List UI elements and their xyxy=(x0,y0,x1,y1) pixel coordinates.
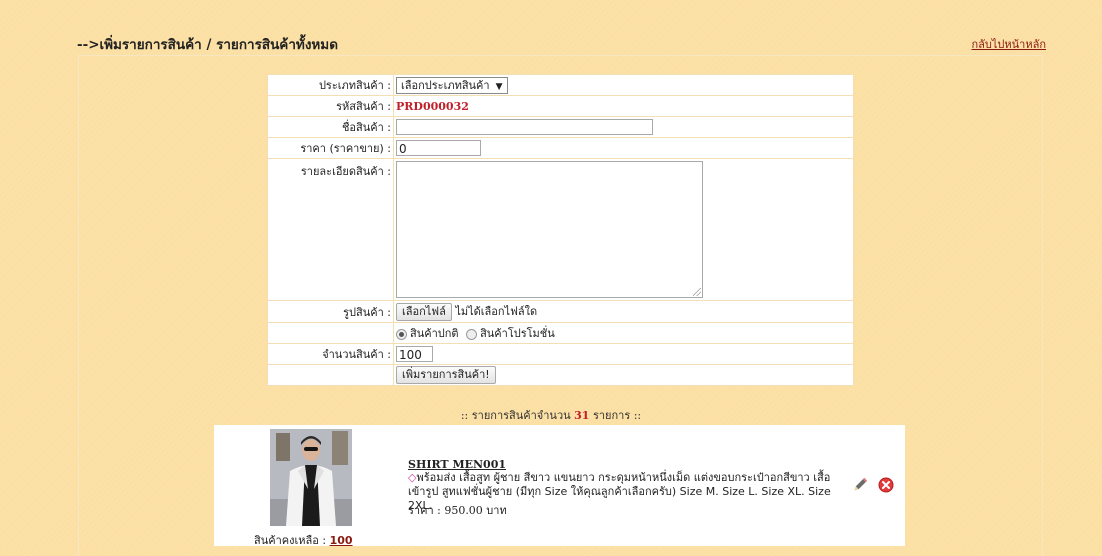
radio-normal[interactable] xyxy=(396,328,407,340)
edit-pencil-icon[interactable] xyxy=(852,477,868,496)
count-suffix: รายการ :: xyxy=(592,409,642,422)
quantity-input[interactable]: 100 xyxy=(396,346,433,362)
detail-row: รายละเอียดสินค้า : xyxy=(267,158,854,301)
name-row: ชื่อสินค้า : xyxy=(267,116,854,138)
product-count: 31 xyxy=(574,409,590,422)
delete-icon[interactable] xyxy=(878,477,894,496)
category-label: ประเภทสินค้า : xyxy=(267,74,394,96)
price-input[interactable]: 0 xyxy=(396,140,481,156)
image-row: รูปสินค้า : เลือกไฟล์ ไม่ได้เลือกไฟล์ใด xyxy=(267,300,854,323)
radio-promo-label: สินค้าโปรโมชั่น xyxy=(480,327,555,340)
product-price: ราคา : 950.00 บาท xyxy=(408,504,507,517)
detail-textarea[interactable] xyxy=(396,161,703,298)
qty-row: จำนวนสินค้า : 100 xyxy=(267,343,854,365)
detail-label: รายละเอียดสินค้า : xyxy=(267,158,394,301)
file-status: ไม่ได้เลือกไฟล์ใด xyxy=(455,305,538,318)
product-photo[interactable] xyxy=(270,429,352,526)
code-label: รหัสสินค้า : xyxy=(267,95,394,117)
add-product-form: ประเภทสินค้า : เลือกประเภทสินค้า ▼ รหัสสิ… xyxy=(267,74,854,386)
choose-file-button[interactable]: เลือกไฟล์ xyxy=(396,303,452,321)
stock-label: สินค้าคงเหลือ : xyxy=(254,534,327,547)
price-row: ราคา (ราคาขาย) : 0 xyxy=(267,137,854,159)
image-label: รูปสินค้า : xyxy=(267,300,394,323)
count-prefix: :: รายการสินค้าจำนวน xyxy=(460,409,571,422)
name-label: ชื่อสินค้า : xyxy=(267,116,394,138)
category-select-value: เลือกประเภทสินค้า xyxy=(401,78,490,92)
category-row: ประเภทสินค้า : เลือกประเภทสินค้า ▼ xyxy=(267,74,854,96)
stock-info: สินค้าคงเหลือ : 100 xyxy=(254,531,353,549)
list-item: สินค้าคงเหลือ : 100 SHIRT MEN001 ◇พร้อมส… xyxy=(214,425,905,549)
resize-grip-icon[interactable] xyxy=(693,288,701,296)
stock-count-link[interactable]: 100 xyxy=(330,534,353,547)
page-title: -->เพิ่มรายการสินค้า / รายการสินค้าทั้งห… xyxy=(77,37,338,53)
product-code: PRD000032 xyxy=(396,99,469,113)
product-count-line: :: รายการสินค้าจำนวน 31 รายการ :: xyxy=(0,406,1102,424)
submit-row: เพิ่มรายการสินค้า! xyxy=(267,364,854,386)
product-name-link[interactable]: SHIRT MEN001 xyxy=(408,458,506,471)
radio-promo[interactable] xyxy=(466,328,478,340)
radio-normal-label: สินค้าปกติ xyxy=(410,327,459,340)
qty-label: จำนวนสินค้า : xyxy=(267,343,394,365)
add-product-button[interactable]: เพิ่มรายการสินค้า! xyxy=(396,366,496,384)
type-row: สินค้าปกติ สินค้าโปรโมชั่น xyxy=(267,322,854,344)
product-photo-image xyxy=(270,429,352,526)
price-label: ราคา (ราคาขาย) : xyxy=(267,137,394,159)
product-name-input[interactable] xyxy=(396,119,653,135)
dropdown-arrow-icon: ▼ xyxy=(495,81,503,92)
back-home-link[interactable]: กลับไปหน้าหลัก xyxy=(972,35,1047,53)
category-select[interactable]: เลือกประเภทสินค้า ▼ xyxy=(396,76,508,94)
code-row: รหัสสินค้า : PRD000032 xyxy=(267,95,854,117)
